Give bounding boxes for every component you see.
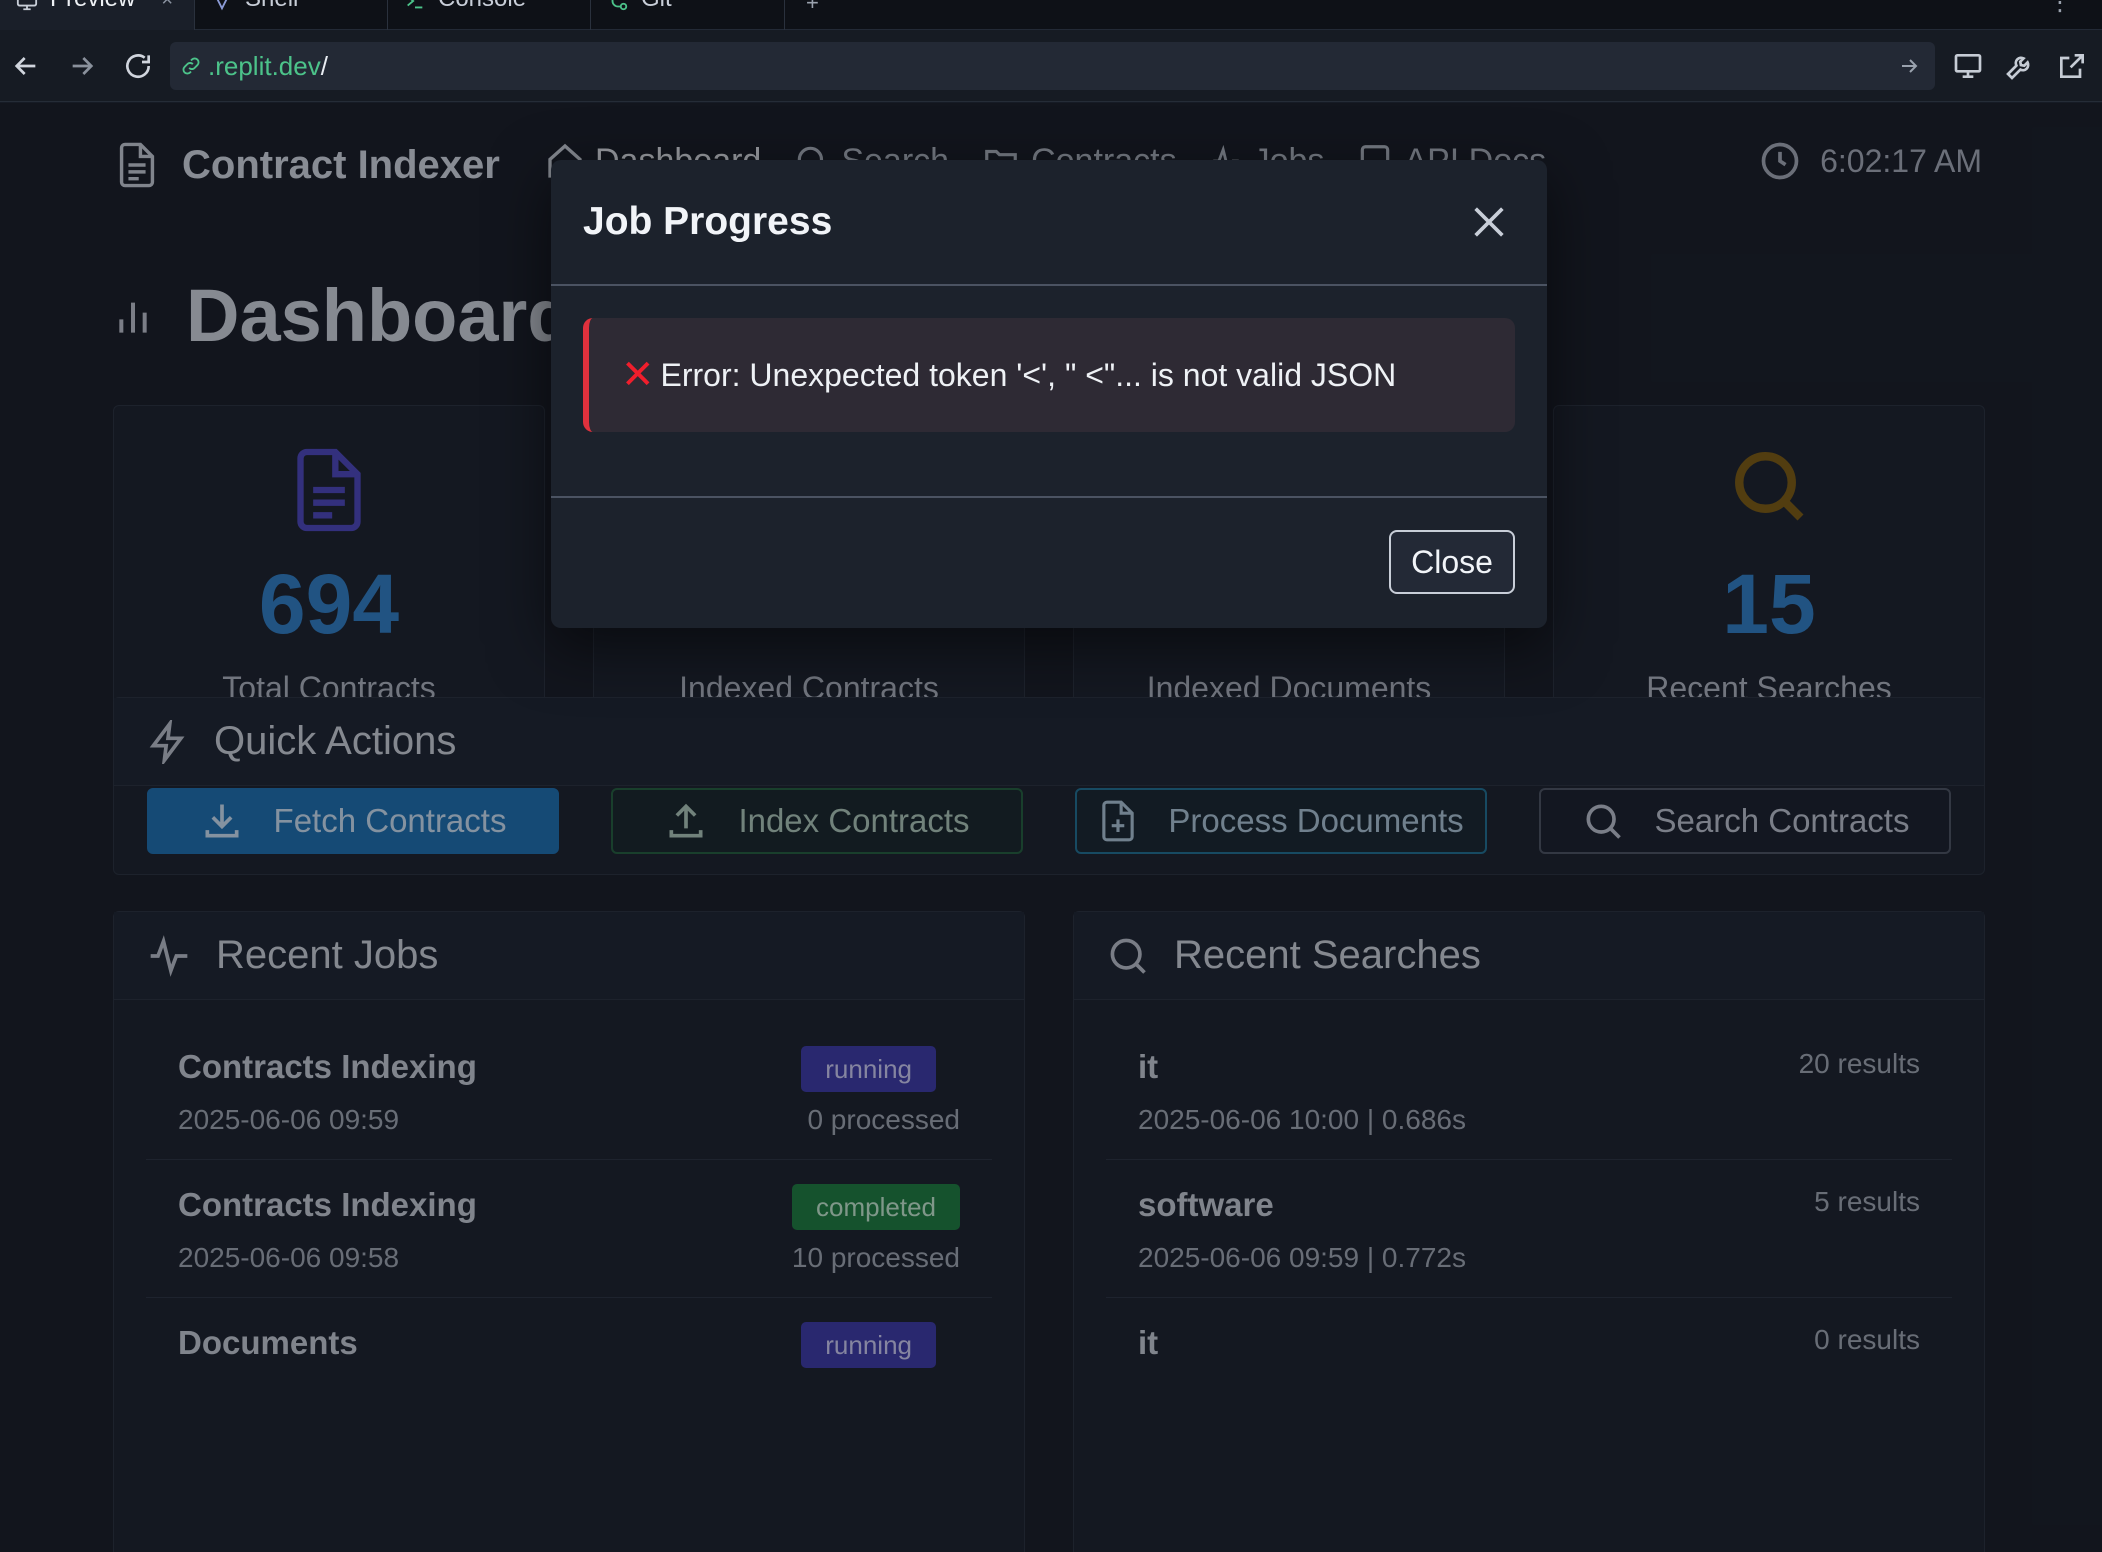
- modal-footer: Close: [551, 496, 1547, 628]
- more-options-icon[interactable]: ⋮: [2048, 0, 2072, 17]
- error-alert: ✕ Error: Unexpected token '<', " <"... i…: [583, 318, 1515, 432]
- modal-title: Job Progress: [583, 200, 833, 243]
- external-link-icon[interactable]: [2056, 50, 2088, 82]
- modal-header: Job Progress: [551, 160, 1547, 286]
- error-message: Error: Unexpected token '<', " <"... is …: [660, 356, 1397, 393]
- go-arrow-icon[interactable]: [1897, 54, 1921, 78]
- back-arrow-icon[interactable]: [10, 50, 42, 82]
- close-tab-icon[interactable]: ×: [161, 0, 173, 12]
- browser-tab-bar: Preview × Shell Console Git + ⋮: [0, 0, 2102, 30]
- tab-label: Git: [641, 0, 672, 11]
- error-x-icon: ✕: [621, 353, 655, 397]
- git-branch-icon: [611, 0, 628, 11]
- tab-label: Shell: [245, 0, 298, 11]
- job-progress-modal: Job Progress ✕ Error: Unexpected token '…: [551, 160, 1547, 628]
- tab-preview[interactable]: Preview ×: [0, 0, 195, 30]
- reload-icon[interactable]: [122, 50, 154, 82]
- tab-label: Preview: [50, 0, 135, 11]
- url-field[interactable]: .replit.dev/: [170, 42, 1935, 90]
- url-text: .replit.dev/: [208, 50, 328, 81]
- shell-icon: [216, 0, 228, 11]
- terminal-icon: [407, 0, 423, 9]
- link-icon: [182, 57, 200, 75]
- forward-arrow-icon[interactable]: [66, 50, 98, 82]
- close-button[interactable]: Close: [1389, 530, 1515, 594]
- devices-icon[interactable]: [1952, 50, 1984, 82]
- monitor-icon: [16, 0, 38, 11]
- close-icon[interactable]: [1469, 202, 1509, 242]
- new-tab-button[interactable]: +: [806, 0, 819, 16]
- address-bar: .replit.dev/: [0, 30, 2102, 102]
- tab-label: Console: [438, 0, 526, 11]
- tab-git[interactable]: Git: [591, 0, 785, 30]
- tab-console[interactable]: Console: [388, 0, 591, 30]
- tab-shell[interactable]: Shell: [195, 0, 388, 30]
- wrench-icon[interactable]: [2004, 50, 2036, 82]
